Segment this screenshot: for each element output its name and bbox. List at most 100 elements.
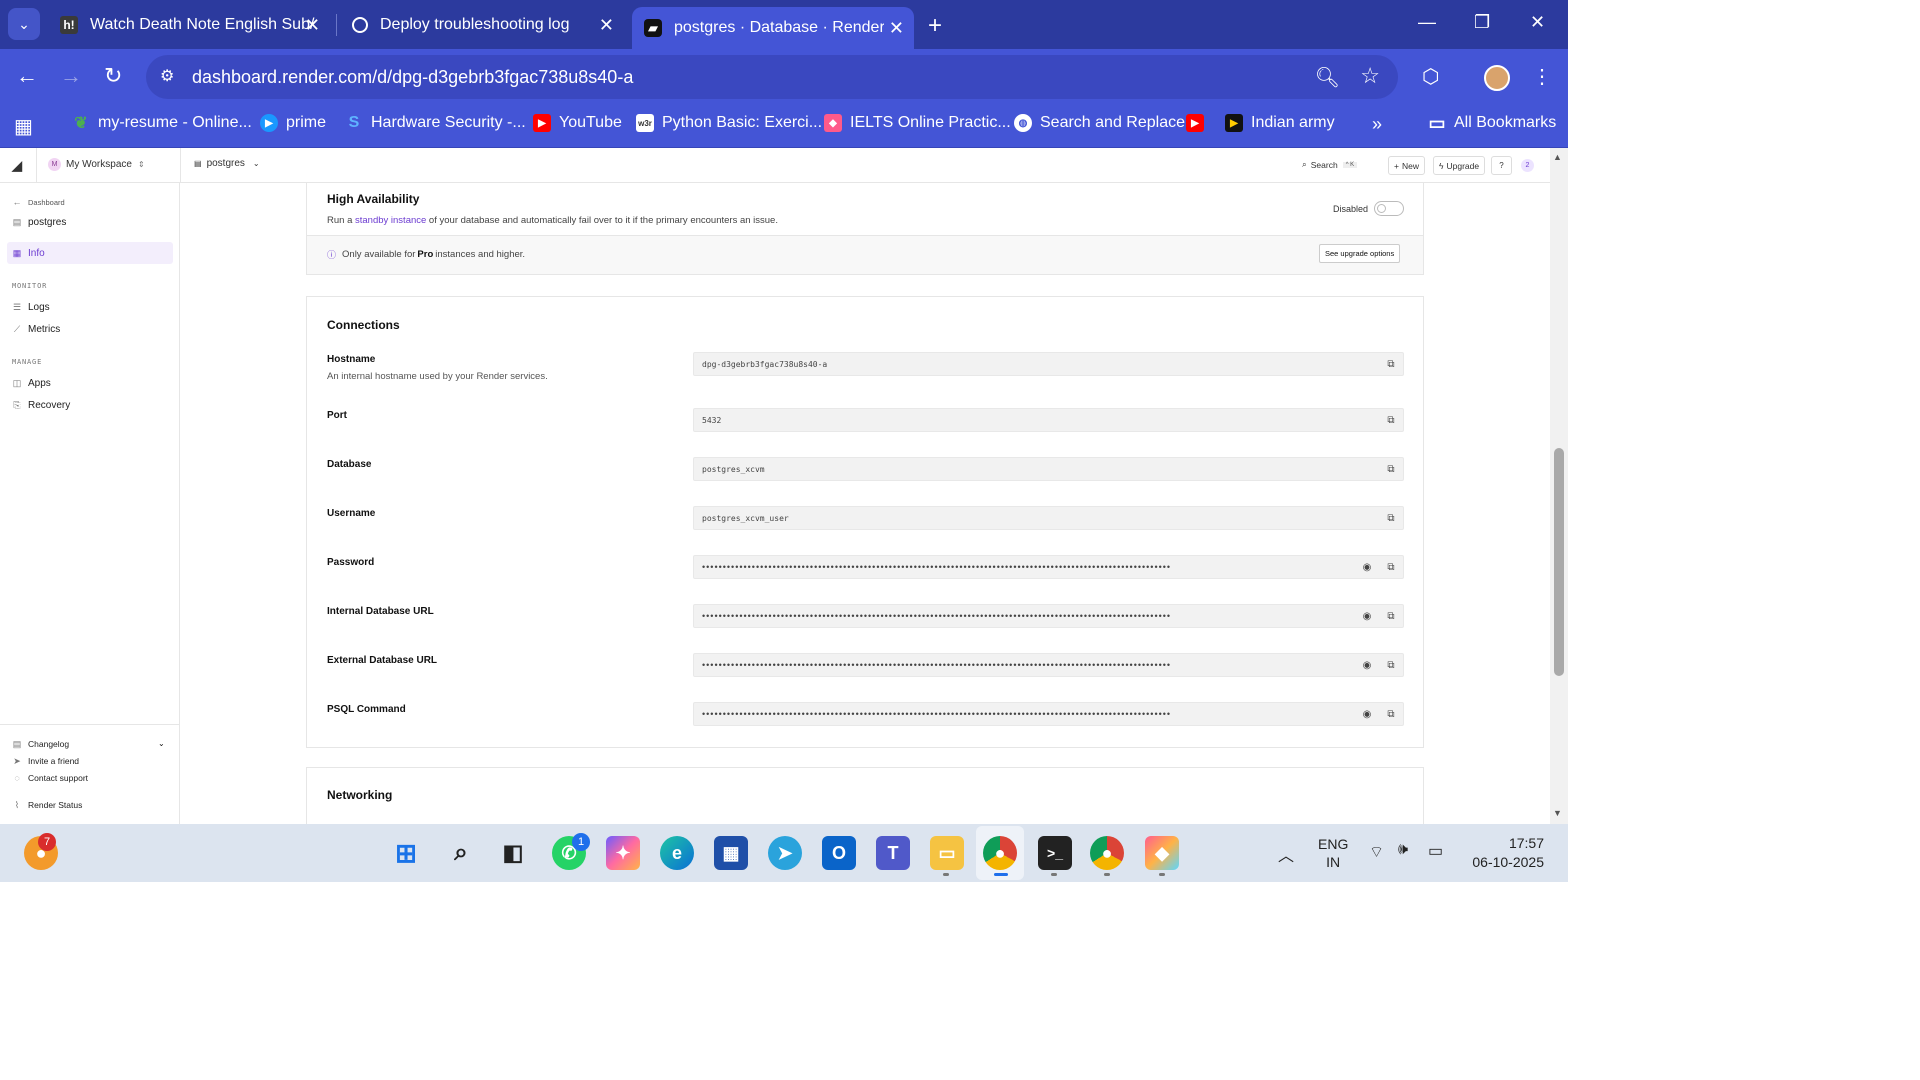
wifi-icon[interactable]: ⌔ <box>1369 842 1384 862</box>
username-field[interactable]: postgres_xcvm_user ⧉ <box>693 506 1404 530</box>
close-icon[interactable]: ✕ <box>889 18 904 39</box>
render-status-link[interactable]: ⌇ Render Status <box>12 800 83 811</box>
copy-icon[interactable]: ⧉ <box>1385 610 1397 622</box>
close-icon[interactable]: ✕ <box>305 15 320 36</box>
search-icon[interactable]: ⌕ <box>444 836 478 870</box>
file-explorer-icon[interactable]: ▭ <box>930 836 964 870</box>
external-url-field[interactable]: ••••••••••••••••••••••••••••••••••••••••… <box>693 653 1404 677</box>
chrome-profile-icon[interactable]: ● <box>1090 836 1124 870</box>
clock[interactable]: 17:57 06-10-2025 <box>1466 834 1544 872</box>
edge-icon[interactable]: e <box>660 836 694 870</box>
close-window-icon[interactable]: ✕ <box>1530 12 1545 33</box>
ha-toggle[interactable] <box>1374 201 1404 216</box>
upgrade-button[interactable]: ϟ Upgrade <box>1433 156 1486 175</box>
sidebar-item-info[interactable]: ▦ Info <box>12 248 45 259</box>
invite-friend-link[interactable]: ➤ Invite a friend <box>12 756 79 767</box>
workspace-switcher[interactable]: M My Workspace ⇕ <box>48 158 145 171</box>
bookmark-resume[interactable]: ❦ my-resume - Online... <box>72 114 252 132</box>
scroll-up-icon[interactable]: ▲ <box>1553 152 1562 162</box>
scroll-down-icon[interactable]: ▼ <box>1553 808 1562 818</box>
eye-icon[interactable]: ◉ <box>1361 610 1373 622</box>
minimize-icon[interactable]: — <box>1418 12 1436 33</box>
bookmark-python[interactable]: w3r Python Basic: Exerci... <box>636 114 822 132</box>
volume-icon[interactable]: 🕪︎ <box>1398 841 1408 859</box>
ms-store-icon[interactable]: ▦ <box>714 836 748 870</box>
new-button[interactable]: + New <box>1388 156 1425 175</box>
copy-icon[interactable]: ⧉ <box>1385 512 1397 524</box>
windows-start-icon[interactable]: ⊞ <box>389 836 423 870</box>
bookmarks-overflow-icon[interactable]: » <box>1372 114 1382 135</box>
extensions-icon[interactable]: ⬡ <box>1422 64 1439 89</box>
contact-support-link[interactable]: ◌ Contact support <box>12 773 88 783</box>
bookmark-youtube[interactable]: ▶ YouTube <box>533 114 622 132</box>
chevron-down-icon[interactable]: ⌄ <box>158 739 165 748</box>
terminal-icon[interactable]: >_ <box>1038 836 1072 870</box>
telegram-icon[interactable]: ➤ <box>768 836 802 870</box>
help-button[interactable]: ? <box>1491 156 1512 175</box>
teams-icon[interactable]: T <box>876 836 910 870</box>
tab-search-button[interactable]: ⌄ <box>8 8 40 40</box>
bookmark-indian-army[interactable]: ▶ Indian army <box>1225 114 1335 132</box>
sidebar-item-apps[interactable]: ◫ Apps <box>12 378 51 389</box>
sidebar-item-metrics[interactable]: ⟋ Metrics <box>12 324 60 335</box>
scrollbar-thumb[interactable] <box>1554 448 1564 676</box>
database-field[interactable]: postgres_xcvm ⧉ <box>693 457 1404 481</box>
eye-icon[interactable]: ◉ <box>1361 659 1373 671</box>
copy-icon[interactable]: ⧉ <box>1385 414 1397 426</box>
back-to-dashboard[interactable]: ← Dashboard <box>12 197 65 207</box>
url-text[interactable]: dashboard.render.com/d/dpg-d3gebrb3fgac7… <box>192 67 633 88</box>
password-field[interactable]: ••••••••••••••••••••••••••••••••••••••••… <box>693 555 1404 579</box>
copilot-icon[interactable]: ✦ <box>606 836 640 870</box>
forward-icon[interactable]: → <box>60 63 82 89</box>
tab-postgres[interactable]: ▰ postgres · Database · Render D ✕ <box>632 7 914 49</box>
outlook-icon[interactable]: O <box>822 836 856 870</box>
address-bar[interactable]: ⚙ dashboard.render.com/d/dpg-d3gebrb3fga… <box>146 55 1398 99</box>
apps-grid-icon[interactable]: ▦ <box>14 114 33 139</box>
notifications-badge[interactable]: 2 <box>1521 159 1534 172</box>
tab-deploy-log[interactable]: Deploy troubleshooting log ✕ <box>340 7 624 43</box>
search-button[interactable]: ⌕ Search ^ K <box>1302 159 1358 170</box>
restore-icon[interactable]: ❐ <box>1474 12 1490 33</box>
back-icon[interactable]: ← <box>16 63 38 89</box>
chrome-icon[interactable]: ● <box>983 836 1017 870</box>
profile-avatar[interactable] <box>1484 65 1510 91</box>
scrollbar[interactable]: ▲ ▼ <box>1550 148 1568 824</box>
language-indicator[interactable]: ENG IN <box>1318 835 1348 871</box>
sidebar-item-recovery[interactable]: ⎘ Recovery <box>12 400 70 411</box>
all-bookmarks[interactable]: ▭ All Bookmarks <box>1428 113 1556 133</box>
changelog-link[interactable]: ▤ Changelog <box>12 739 69 750</box>
bookmark-prime[interactable]: ▶ prime <box>260 114 326 132</box>
new-tab-icon[interactable]: + <box>928 12 942 40</box>
render-logo-icon[interactable]: ◢ <box>12 158 26 173</box>
port-field[interactable]: 5432 ⧉ <box>693 408 1404 432</box>
eye-icon[interactable]: ◉ <box>1361 708 1373 720</box>
psql-field[interactable]: ••••••••••••••••••••••••••••••••••••••••… <box>693 702 1404 726</box>
copy-icon[interactable]: ⧉ <box>1385 659 1397 671</box>
copy-icon[interactable]: ⧉ <box>1385 561 1397 573</box>
eye-icon[interactable]: ◉ <box>1361 561 1373 573</box>
zoom-icon[interactable]: 🔍︎ <box>1315 65 1340 90</box>
copy-icon[interactable]: ⧉ <box>1385 358 1397 370</box>
git-icon[interactable]: ◆ <box>1145 836 1179 870</box>
bookmark-youtube-2[interactable]: ▶ <box>1186 114 1212 132</box>
hostname-field[interactable]: dpg-d3gebrb3fgac738u8s40-a ⧉ <box>693 352 1404 376</box>
see-upgrade-options-button[interactable]: See upgrade options <box>1319 244 1401 263</box>
bookmark-ielts[interactable]: ◆ IELTS Online Practic... <box>824 114 1011 132</box>
site-settings-icon[interactable]: ⚙ <box>160 66 180 86</box>
bookmark-star-icon[interactable]: ☆ <box>1360 63 1380 89</box>
battery-icon[interactable]: ▭ <box>1428 841 1443 861</box>
tab-death-note[interactable]: h! Watch Death Note English Sub/ ✕ <box>48 7 330 43</box>
tray-overflow-icon[interactable]: ︿ <box>1278 842 1294 866</box>
reload-icon[interactable]: ↻ <box>104 63 122 89</box>
copy-icon[interactable]: ⧉ <box>1385 708 1397 720</box>
menu-icon[interactable]: ⋮ <box>1532 64 1552 89</box>
sidebar-item-logs[interactable]: ☰ Logs <box>12 302 50 313</box>
copy-icon[interactable]: ⧉ <box>1385 463 1397 475</box>
close-icon[interactable]: ✕ <box>599 15 614 36</box>
task-view-icon[interactable]: ◧ <box>496 836 530 870</box>
bookmark-hardware-security[interactable]: S Hardware Security -... <box>345 114 526 132</box>
internal-url-field[interactable]: ••••••••••••••••••••••••••••••••••••••••… <box>693 604 1404 628</box>
sidebar-service[interactable]: ▤ postgres <box>12 217 67 228</box>
bookmark-search-replace[interactable]: ◍ Search and Replace <box>1014 114 1185 132</box>
service-switcher[interactable]: ▤ postgres ⌄ <box>194 158 260 169</box>
